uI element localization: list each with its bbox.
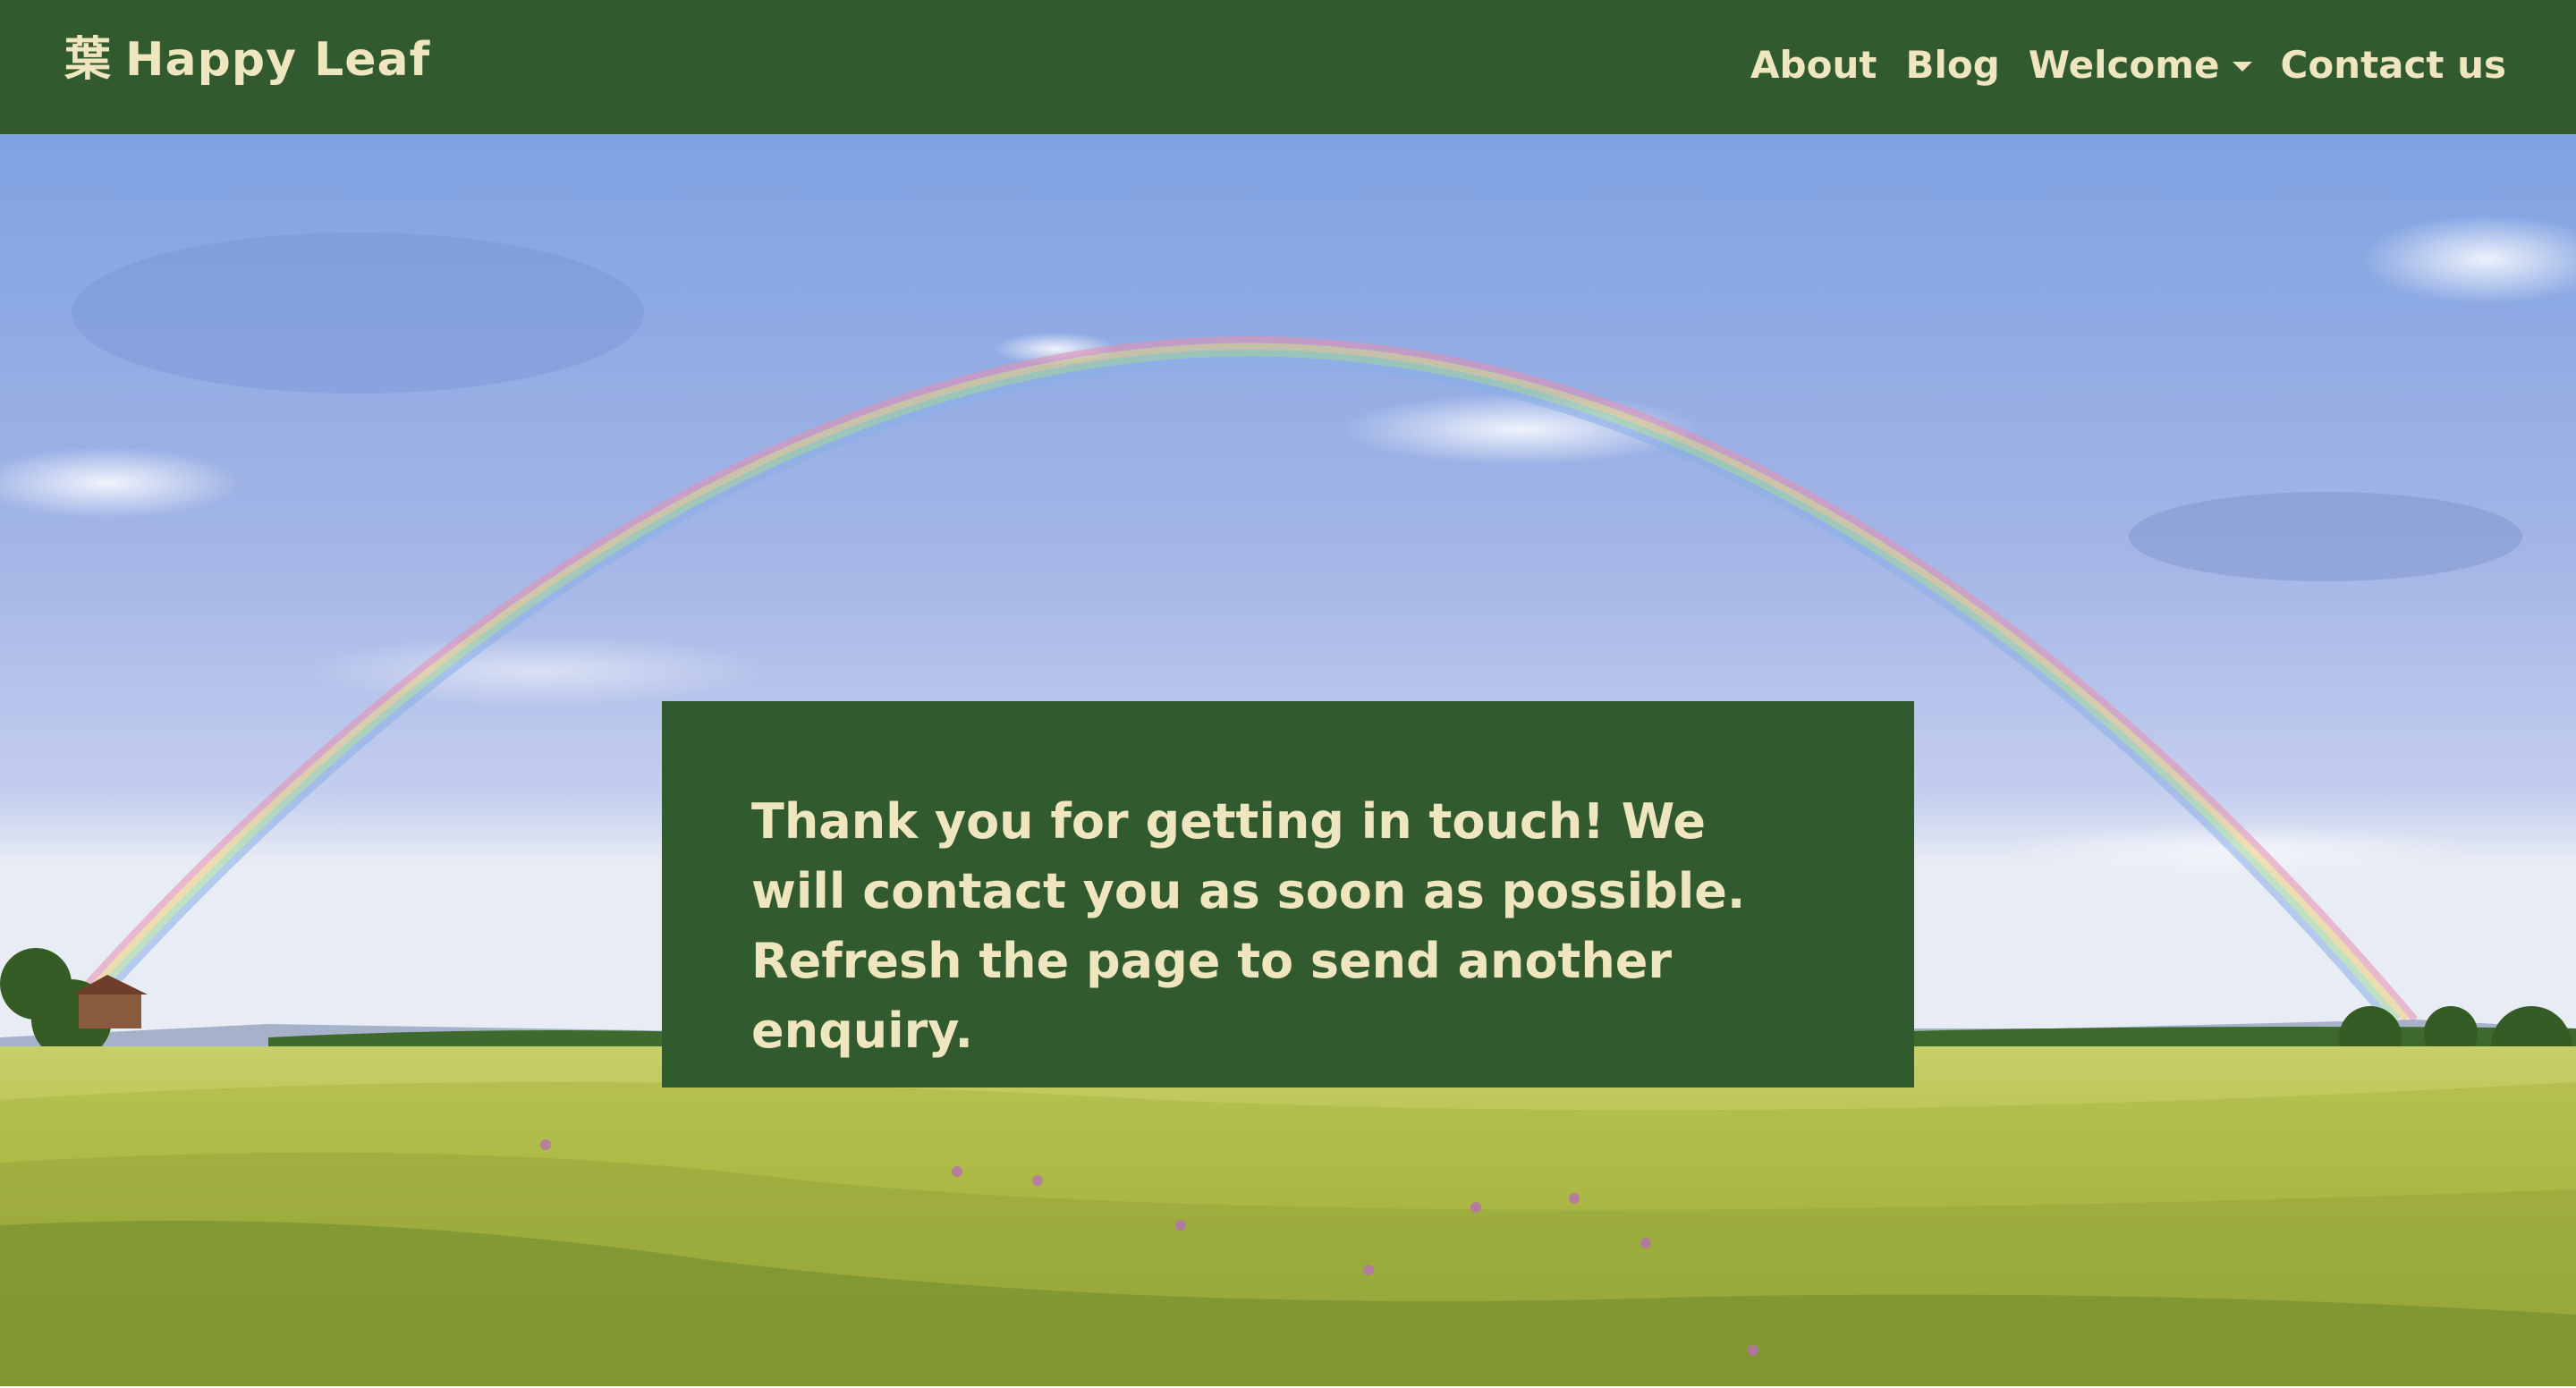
nav-links: About Blog Welcome Contact us — [1750, 43, 2506, 87]
confirmation-message-text: Thank you for getting in touch! We will … — [751, 793, 1746, 1059]
brand-name: Happy Leaf — [125, 33, 431, 87]
nav-link-contact-us[interactable]: Contact us — [2281, 43, 2507, 87]
nav-dropdown-welcome[interactable]: Welcome — [2029, 43, 2252, 87]
leaf-kanji-logo-icon: 葉 — [64, 33, 112, 87]
nav-link-about[interactable]: About — [1750, 43, 1877, 87]
navbar: 葉 Happy Leaf About Blog Welcome Contact … — [0, 0, 2576, 134]
nav-link-blog[interactable]: Blog — [1905, 43, 1999, 87]
nav-dropdown-welcome-label: Welcome — [2028, 42, 2220, 87]
caret-down-icon — [2232, 61, 2252, 72]
confirmation-message-panel: Thank you for getting in touch! We will … — [662, 701, 1914, 1088]
brand-logo-link[interactable]: 葉 Happy Leaf — [64, 33, 430, 87]
hero-background: Thank you for getting in touch! We will … — [0, 134, 2576, 1386]
